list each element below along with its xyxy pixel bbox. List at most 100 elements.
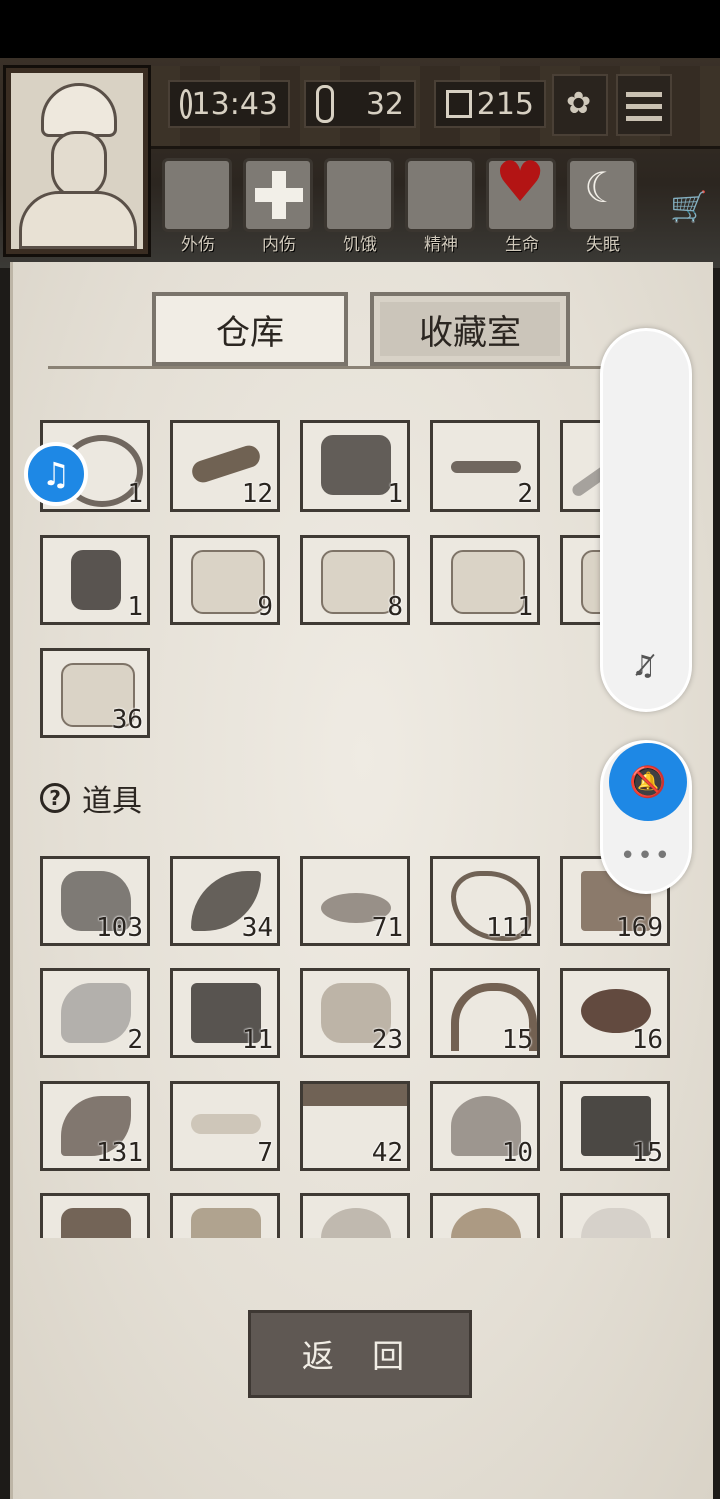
calendar-icon xyxy=(446,90,472,118)
flint-icon xyxy=(61,983,131,1043)
prop-slot-sponge[interactable] xyxy=(430,1193,540,1238)
prop-slot-dirt[interactable] xyxy=(40,1193,150,1238)
weapon-crate-icon xyxy=(451,550,525,614)
equipment-slot-crossbow[interactable]: 2 xyxy=(430,420,540,512)
equipment-slot-wooden-club[interactable]: 12 xyxy=(170,420,280,512)
item-count: 16 xyxy=(631,1025,663,1055)
sponge-icon xyxy=(451,1208,521,1238)
prop-slot-bones[interactable]: 7 xyxy=(170,1081,280,1171)
tab-label: 收藏室 xyxy=(419,312,521,353)
prop-slot-vine[interactable]: 111 xyxy=(430,856,540,946)
bell-off-icon: 🔕 xyxy=(629,764,667,800)
props-section-header: ? 道具 xyxy=(40,778,142,819)
condition-label: 精神 xyxy=(424,235,458,255)
more-options-icon[interactable]: ••• xyxy=(603,841,689,871)
head-icon xyxy=(405,158,475,232)
condition-life[interactable]: ♥ 生命 xyxy=(486,155,558,255)
equipment-slot-hazmat-suit[interactable]: 1 xyxy=(40,535,150,625)
item-count: 11 xyxy=(241,1025,273,1055)
props-section-label: 道具 xyxy=(82,784,142,819)
item-count: 1 xyxy=(127,479,143,509)
character-portrait[interactable] xyxy=(6,68,148,254)
item-count: 103 xyxy=(96,913,143,943)
condition-insomnia[interactable]: ☾ 失眠 xyxy=(567,158,639,255)
item-count: 169 xyxy=(616,913,663,943)
medical-crate-icon xyxy=(321,550,395,614)
prop-slot-resin[interactable]: 42 xyxy=(300,1081,410,1171)
item-count: 42 xyxy=(371,1138,403,1168)
sunflower-button[interactable]: ✿ xyxy=(552,74,608,136)
condition-external-injury[interactable]: 外伤 xyxy=(162,158,234,255)
prop-slot-animal-hide[interactable]: 23 xyxy=(300,968,410,1058)
condition-hunger[interactable]: 饥饿 xyxy=(324,158,396,255)
equipment-slot-food-crate[interactable]: 9 xyxy=(170,535,280,625)
day-value: 215 xyxy=(476,86,534,122)
prop-slot-cotton[interactable] xyxy=(300,1193,410,1238)
prop-slot-charcoal[interactable]: 15 xyxy=(560,1081,670,1171)
condition-label: 失眠 xyxy=(586,235,620,255)
equipment-slot-weapon-crate[interactable]: 1 xyxy=(430,535,540,625)
item-count: 9 xyxy=(257,592,273,622)
item-count: 111 xyxy=(486,913,533,943)
prop-slot-ore[interactable]: 11 xyxy=(170,968,280,1058)
item-count: 12 xyxy=(241,479,273,509)
tab-warehouse[interactable]: 仓库 xyxy=(152,292,348,366)
prop-slot-tar[interactable]: 16 xyxy=(560,968,670,1058)
prop-slot-worm[interactable]: 15 xyxy=(430,968,540,1058)
floating-control-panel: 🔕 ••• xyxy=(600,740,692,894)
chef-face-icon xyxy=(51,131,107,199)
prop-slot-herb[interactable]: 131 xyxy=(40,1081,150,1171)
item-count: 2 xyxy=(127,1025,143,1055)
prop-slot-leaf[interactable]: 34 xyxy=(170,856,280,946)
menu-button[interactable] xyxy=(616,74,672,136)
thermometer-icon xyxy=(316,85,334,123)
condition-mental[interactable]: 精神 xyxy=(405,158,477,255)
equipment-slot-medical-crate[interactable]: 8 xyxy=(300,535,410,625)
music-note-icon: ♫ xyxy=(41,455,71,493)
prop-slot-pearl[interactable]: 10 xyxy=(430,1081,540,1171)
tab-collection[interactable]: 收藏室 xyxy=(370,292,570,366)
item-count: 10 xyxy=(501,1138,533,1168)
temperature-value: 32 xyxy=(365,86,404,122)
time-display: 13:43 xyxy=(168,80,290,128)
shopping-cart-icon[interactable]: 🛒 xyxy=(670,190,710,225)
inventory-scroll-area[interactable]: 1 12 1 2 1 9 8 1 36 103 34 71 111 169 2 … xyxy=(30,420,670,1238)
food-crate-icon xyxy=(191,550,265,614)
prop-slot-stone[interactable]: 103 xyxy=(40,856,150,946)
gold-nuggets-icon xyxy=(191,1208,261,1238)
music-note-button[interactable]: ♫ xyxy=(24,442,88,506)
question-icon[interactable]: ? xyxy=(40,783,70,813)
resin-icon xyxy=(303,1084,407,1106)
heart-icon: ♥ xyxy=(486,155,556,232)
cotton-icon xyxy=(321,1208,391,1238)
condition-internal-injury[interactable]: 内伤 xyxy=(243,158,315,255)
prop-slot-salt[interactable] xyxy=(560,1193,670,1238)
item-count: 36 xyxy=(111,705,143,735)
dirt-icon xyxy=(61,1208,131,1238)
floating-side-panel[interactable]: ♫̸ xyxy=(600,328,692,712)
item-count: 1 xyxy=(387,479,403,509)
fur-coat-icon xyxy=(321,435,391,495)
prop-slot-gold-nuggets[interactable] xyxy=(170,1193,280,1238)
equipment-slot-fur-coat[interactable]: 1 xyxy=(300,420,410,512)
tab-label: 仓库 xyxy=(216,312,284,353)
hazmat-suit-icon xyxy=(71,550,121,610)
status-bar xyxy=(0,0,720,58)
item-count: 2 xyxy=(517,479,533,509)
crossbow-icon xyxy=(451,461,521,473)
chef-body-icon xyxy=(19,191,137,249)
mute-notification-button[interactable]: 🔕 xyxy=(609,743,687,821)
time-value: 13:43 xyxy=(191,86,278,122)
bandaged-hand-icon xyxy=(162,158,232,232)
tab-divider xyxy=(48,366,608,369)
return-button[interactable]: 返 回 xyxy=(248,1310,472,1398)
item-count: 15 xyxy=(501,1025,533,1055)
prop-slot-flint[interactable]: 2 xyxy=(40,968,150,1058)
equipment-slot-material-crate[interactable]: 36 xyxy=(40,648,150,738)
item-count: 71 xyxy=(371,913,403,943)
music-off-icon[interactable]: ♫̸ xyxy=(631,649,663,682)
item-count: 34 xyxy=(241,913,273,943)
prop-slot-water-puddle[interactable]: 71 xyxy=(300,856,410,946)
item-count: 23 xyxy=(371,1025,403,1055)
item-count: 15 xyxy=(631,1138,663,1168)
